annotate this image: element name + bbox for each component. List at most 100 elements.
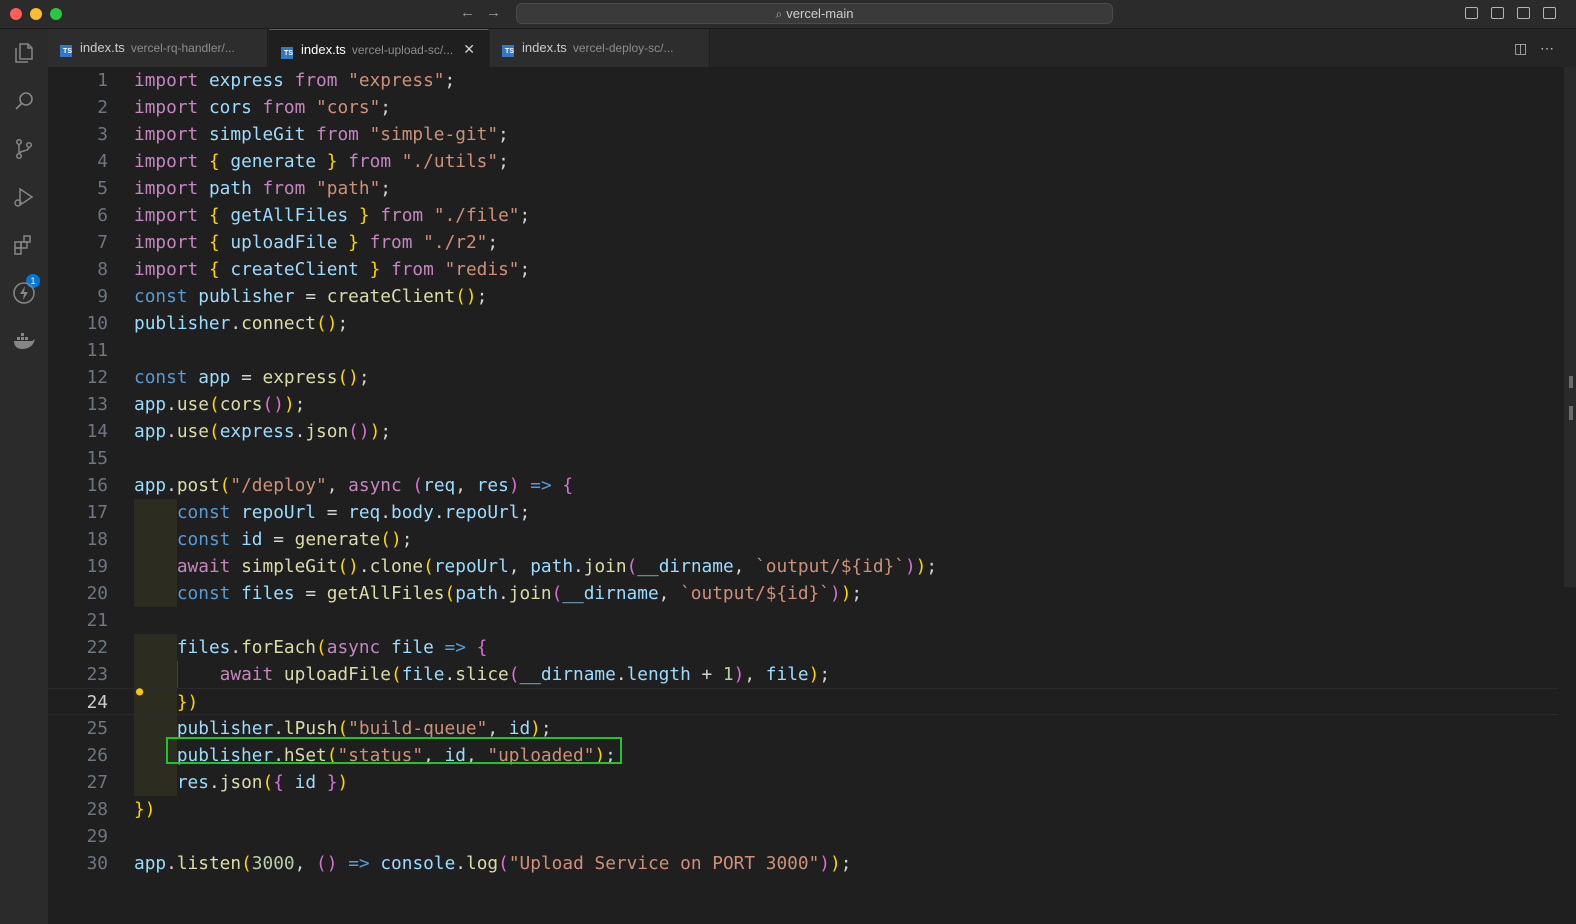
code-line[interactable]: 4 import { generate } from "./utils"; [48, 148, 1558, 175]
code-line[interactable]: 15 [48, 445, 1558, 472]
line-number: 11 [86, 340, 108, 361]
line-code: import { generate } from "./utils"; [134, 151, 509, 172]
maximize-window-button[interactable] [50, 8, 62, 20]
highlight-box [166, 737, 622, 764]
code-line[interactable]: 12 const app = express(); [48, 364, 1558, 391]
tab-deploy-service-index[interactable]: TS index.ts vercel-deploy-sc/... [490, 29, 710, 67]
line-number: 6 [97, 205, 108, 226]
line-number: 19 [86, 556, 108, 577]
code-line[interactable]: 11 [48, 337, 1558, 364]
code-line[interactable]: 27 res.json({ id }) [48, 769, 1558, 796]
customize-layout-icon[interactable] [1543, 7, 1556, 19]
run-debug-icon[interactable] [12, 185, 36, 209]
command-center-search[interactable]: ⌕ vercel-main [516, 3, 1113, 24]
code-line[interactable]: 22 files.forEach(async file => { [48, 634, 1558, 661]
code-line[interactable]: 20 const files = getAllFiles(path.join(_… [48, 580, 1558, 607]
lightning-icon[interactable] [12, 281, 36, 305]
toggle-primary-sidebar-icon[interactable] [1465, 7, 1478, 19]
line-code: import express from "express"; [134, 70, 456, 91]
line-number: 21 [86, 610, 108, 631]
minimize-window-button[interactable] [30, 8, 42, 20]
code-line[interactable]: 23 await uploadFile(file.slice(__dirname… [48, 661, 1558, 688]
line-code: res.json({ id }) [176, 772, 349, 793]
code-line[interactable]: 1 import express from "express"; [48, 67, 1558, 94]
lightbulb-icon[interactable]: ● [136, 684, 143, 698]
code-line[interactable]: 13 app.use(cors()); [48, 391, 1558, 418]
line-number: 26 [86, 745, 108, 766]
line-code: import path from "path"; [134, 178, 391, 199]
line-code: import { uploadFile } from "./r2"; [134, 232, 499, 253]
code-line[interactable]: 7 import { uploadFile } from "./r2"; [48, 229, 1558, 256]
workspace-name: vercel-main [786, 6, 854, 21]
tab-rq-handler-index[interactable]: TS index.ts vercel-rq-handler/... [48, 29, 268, 67]
code-line[interactable]: 17 const repoUrl = req.body.repoUrl; [48, 499, 1558, 526]
line-number: 8 [97, 259, 108, 280]
line-code: files.forEach(async file => { [176, 637, 488, 658]
more-actions-icon[interactable]: ⋯ [1540, 40, 1554, 57]
scrollbar-marker [1569, 406, 1573, 420]
code-line[interactable]: 30 app.listen(3000, () => console.log("Up… [48, 850, 1558, 877]
line-code: const publisher = createClient(); [134, 286, 488, 307]
code-line[interactable]: 3 import simpleGit from "simple-git"; [48, 121, 1558, 148]
toggle-secondary-sidebar-icon[interactable] [1517, 7, 1530, 19]
editor-scrollbar[interactable] [1564, 67, 1576, 587]
code-line[interactable]: 18 const id = generate(); [48, 526, 1558, 553]
code-line[interactable]: 29 [48, 823, 1558, 850]
line-number: 27 [86, 772, 108, 793]
code-line[interactable]: 21 [48, 607, 1558, 634]
line-code: const app = express(); [134, 367, 370, 388]
code-editor[interactable]: 1 import express from "express"; 2 import c… [48, 67, 1576, 924]
line-code: import { getAllFiles } from "./file"; [134, 205, 531, 226]
docker-icon[interactable] [12, 329, 36, 353]
code-line[interactable]: 24 }) [48, 688, 1558, 715]
line-number: 3 [97, 124, 108, 145]
search-icon[interactable] [12, 89, 36, 113]
toggle-panel-icon[interactable] [1491, 7, 1504, 19]
line-number: 13 [86, 394, 108, 415]
line-code: import { createClient } from "redis"; [134, 259, 531, 280]
line-number: 20 [86, 583, 108, 604]
line-number: 17 [86, 502, 108, 523]
code-line[interactable]: 6 import { getAllFiles } from "./file"; [48, 202, 1558, 229]
line-number: 28 [86, 799, 108, 820]
code-line[interactable]: 2 import cors from "cors"; [48, 94, 1558, 121]
close-tab-icon[interactable]: ✕ [463, 41, 475, 57]
indent-guide [177, 661, 178, 688]
code-line[interactable]: 5 import path from "path"; [48, 175, 1558, 202]
source-control-icon[interactable] [12, 137, 36, 161]
line-number: 1 [97, 70, 108, 91]
title-bar: ← → ⌕ vercel-main [0, 0, 1576, 29]
close-window-button[interactable] [10, 8, 22, 20]
split-editor-icon[interactable]: ◫ [1514, 40, 1527, 57]
editor-tabs: TS index.ts vercel-rq-handler/... TS index.… [48, 29, 1576, 67]
code-line[interactable]: 19 await simpleGit().clone(repoUrl, path… [48, 553, 1558, 580]
line-code: publisher.connect(); [134, 313, 349, 334]
line-number: 7 [97, 232, 108, 253]
line-number: 2 [97, 97, 108, 118]
typescript-file-icon: TS [281, 47, 293, 59]
line-code: const id = generate(); [176, 529, 413, 550]
code-line[interactable]: 14 app.use(express.json()); [48, 418, 1558, 445]
line-code: }) [176, 692, 199, 713]
line-number: 10 [86, 313, 108, 334]
code-line[interactable]: 8 import { createClient } from "redis"; [48, 256, 1558, 283]
line-number: 25 [86, 718, 108, 739]
code-line[interactable]: 28}) [48, 796, 1558, 823]
line-code: import simpleGit from "simple-git"; [134, 124, 509, 145]
line-number: 15 [86, 448, 108, 469]
extensions-icon[interactable] [12, 233, 36, 257]
forward-arrow-icon[interactable]: → [486, 5, 501, 21]
line-number: 5 [97, 178, 108, 199]
line-code: await simpleGit().clone(repoUrl, path.jo… [176, 556, 938, 577]
line-code: app.use(express.json()); [134, 421, 392, 442]
line-number: 16 [86, 475, 108, 496]
tab-upload-service-index[interactable]: TS index.ts vercel-upload-sc/... ✕ [269, 29, 489, 67]
line-code: app.use(cors()); [134, 394, 306, 415]
files-icon[interactable] [12, 41, 36, 65]
activity-bar: 1 [0, 29, 48, 924]
code-line[interactable]: 16 app.post("/deploy", async (req, res) =… [48, 472, 1558, 499]
code-line[interactable]: 10 publisher.connect(); [48, 310, 1558, 337]
line-code: }) [134, 799, 156, 820]
back-arrow-icon[interactable]: ← [460, 5, 475, 21]
code-line[interactable]: 9 const publisher = createClient(); [48, 283, 1558, 310]
